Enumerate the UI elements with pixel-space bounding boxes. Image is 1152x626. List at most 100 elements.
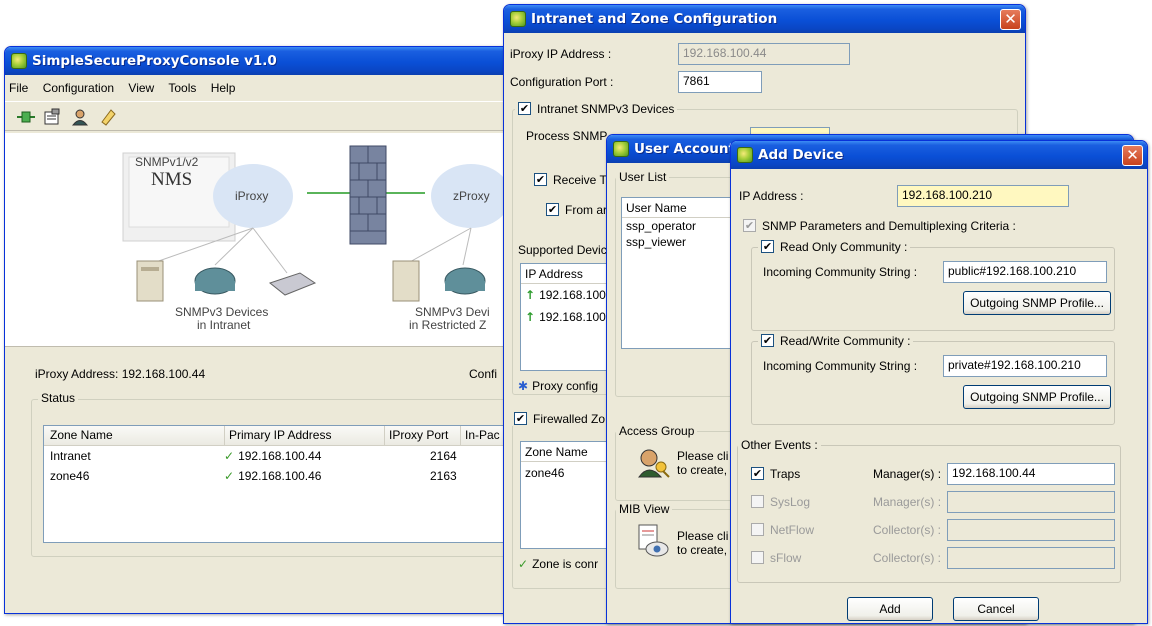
mib-text-1: Please cli	[677, 529, 729, 543]
config-port-label: Configuration Port :	[510, 75, 614, 89]
table-row[interactable]: zone46 ✓ 192.168.100.46 2163	[44, 466, 523, 486]
iproxy-ip-field[interactable]: 192.168.100.44	[678, 43, 850, 65]
asterisk-icon: ✱	[518, 379, 529, 393]
read-only-group: Read Only Community :	[751, 240, 1115, 331]
nms-label-2: NMS	[151, 169, 193, 190]
zone-name-cell: Intranet	[50, 449, 91, 463]
rw-outgoing-profile-button[interactable]: Outgoing SNMP Profile...	[963, 385, 1111, 409]
connect-icon[interactable]	[17, 109, 35, 125]
col-primary-ip[interactable]: Primary IP Address	[224, 426, 331, 445]
zone-table: Zone Name Primary IP Address IProxy Port…	[43, 425, 523, 543]
close-icon[interactable]: ✕	[1122, 145, 1143, 166]
add-button[interactable]: Add	[847, 597, 933, 621]
intranet-devices-label-1: SNMPv3 Devices	[175, 305, 269, 319]
main-titlebar[interactable]: SimpleSecureProxyConsole v1.0	[5, 47, 523, 75]
traps-checkbox[interactable]	[751, 467, 764, 480]
intranet-devices-label-2: in Intranet	[197, 318, 251, 332]
restricted-devices-label-1: SNMPv3 Devi	[415, 305, 490, 319]
iproxy-address: iProxy Address: 192.168.100.44	[35, 367, 206, 381]
up-arrow-icon: ↑	[525, 310, 536, 324]
proxy-config-label: Proxy config	[532, 379, 599, 393]
menu-help[interactable]: Help	[211, 81, 236, 95]
col-in-pac[interactable]: In-Pac	[460, 426, 500, 445]
document-eye-icon	[638, 524, 669, 557]
properties-icon[interactable]	[43, 108, 61, 126]
nms-label-1: SNMPv1/v2	[135, 155, 199, 169]
sflow-collector-input[interactable]	[947, 547, 1115, 569]
list-item[interactable]: ssp_operator	[622, 218, 730, 234]
zone-table-header: Zone Name Primary IP Address IProxy Port…	[44, 426, 523, 446]
user-name-header[interactable]: User Name	[622, 198, 730, 218]
process-snmp-label: Process SNMP	[526, 129, 608, 143]
user-icon[interactable]	[71, 108, 89, 126]
app-icon	[11, 53, 27, 69]
syslog-target-label: Manager(s) :	[873, 495, 942, 509]
add-device-titlebar[interactable]: Add Device	[731, 141, 1147, 169]
rw-incoming-input[interactable]: private#192.168.100.210	[943, 355, 1107, 377]
netflow-target-label: Collector(s) :	[873, 523, 942, 537]
config-label: Confi	[469, 367, 498, 381]
close-icon[interactable]: ✕	[1000, 9, 1021, 30]
config-port-field[interactable]: 7861	[678, 71, 762, 93]
menu-configuration[interactable]: Configuration	[43, 81, 114, 95]
primary-ip-cell: ✓ 192.168.100.44	[224, 446, 321, 466]
syslog-manager-input[interactable]	[947, 491, 1115, 513]
firewalled-checkbox[interactable]	[514, 412, 527, 425]
read-write-checkbox[interactable]	[761, 334, 774, 347]
supported-devices-list: IP Address ↑ 192.168.100 ↑ 192.168.100	[520, 263, 614, 371]
menu-file[interactable]: File	[9, 81, 28, 95]
netflow-row: NetFlow	[751, 523, 814, 537]
ro-incoming-label: Incoming Community String :	[763, 265, 918, 279]
receive-checkbox[interactable]	[534, 173, 547, 186]
toolbar	[5, 101, 523, 131]
check-icon: ✓	[224, 469, 235, 483]
traps-manager-input[interactable]: 192.168.100.44	[947, 463, 1115, 485]
user-list: User Name ssp_operator ssp_viewer	[621, 197, 731, 349]
menu-view[interactable]: View	[128, 81, 154, 95]
read-write-group: Read/Write Community :	[751, 334, 1115, 425]
intranet-snmpv3-checkbox[interactable]	[518, 102, 531, 115]
col-zone-name[interactable]: Zone Name	[50, 426, 113, 445]
netflow-checkbox[interactable]	[751, 523, 764, 536]
mib-text-2: to create,	[677, 543, 728, 557]
primary-ip-cell: ✓ 192.168.100.46	[224, 466, 321, 486]
rw-incoming-label: Incoming Community String :	[763, 359, 918, 373]
ip-address-input[interactable]: 192.168.100.210	[897, 185, 1069, 207]
menu-bar: File Configuration View Tools Help	[9, 81, 246, 95]
read-only-legend: Read Only Community :	[758, 240, 911, 254]
netflow-collector-input[interactable]	[947, 519, 1115, 541]
status-label: Status	[38, 391, 79, 405]
syslog-checkbox[interactable]	[751, 495, 764, 508]
intranet-titlebar[interactable]: Intranet and Zone Configuration	[504, 5, 1025, 33]
zone-name-header[interactable]: Zone Name	[521, 442, 613, 462]
list-item[interactable]: ↑ 192.168.100	[521, 306, 613, 328]
list-item[interactable]: ssp_viewer	[622, 234, 730, 250]
notebook-icon[interactable]	[99, 108, 117, 126]
list-item[interactable]: zone46	[521, 462, 613, 484]
ro-outgoing-profile-button[interactable]: Outgoing SNMP Profile...	[963, 291, 1111, 315]
zone-name-cell: zone46	[50, 469, 90, 483]
col-iproxy-port[interactable]: IProxy Port	[384, 426, 448, 445]
traps-label: Traps	[770, 467, 801, 481]
list-item[interactable]: ↑ 192.168.100	[521, 284, 613, 306]
snmp-params-checkbox[interactable]	[743, 219, 756, 232]
ro-incoming-input[interactable]: public#192.168.100.210	[943, 261, 1107, 283]
keys-person-icon	[638, 449, 670, 478]
receive-label: Receive T	[553, 173, 607, 187]
ip-address-header[interactable]: IP Address	[521, 264, 613, 284]
mib-view-label: MIB View	[616, 502, 673, 516]
supported-devices-label: Supported Devic	[518, 243, 607, 257]
syslog-label: SysLog	[770, 495, 811, 509]
firewalled-zone-list: Zone Name zone46	[520, 441, 614, 549]
firewalled-label: Firewalled Zo	[533, 412, 606, 426]
table-row[interactable]: Intranet ✓ 192.168.100.44 2164	[44, 446, 523, 466]
read-only-checkbox[interactable]	[761, 240, 774, 253]
iproxy-node-label: iProxy	[235, 189, 269, 203]
sflow-checkbox[interactable]	[751, 551, 764, 564]
cancel-button[interactable]: Cancel	[953, 597, 1039, 621]
from-checkbox[interactable]	[546, 203, 559, 216]
app-icon	[737, 147, 753, 163]
check-icon: ✓	[224, 449, 235, 463]
app-icon	[613, 141, 629, 157]
menu-tools[interactable]: Tools	[168, 81, 196, 95]
